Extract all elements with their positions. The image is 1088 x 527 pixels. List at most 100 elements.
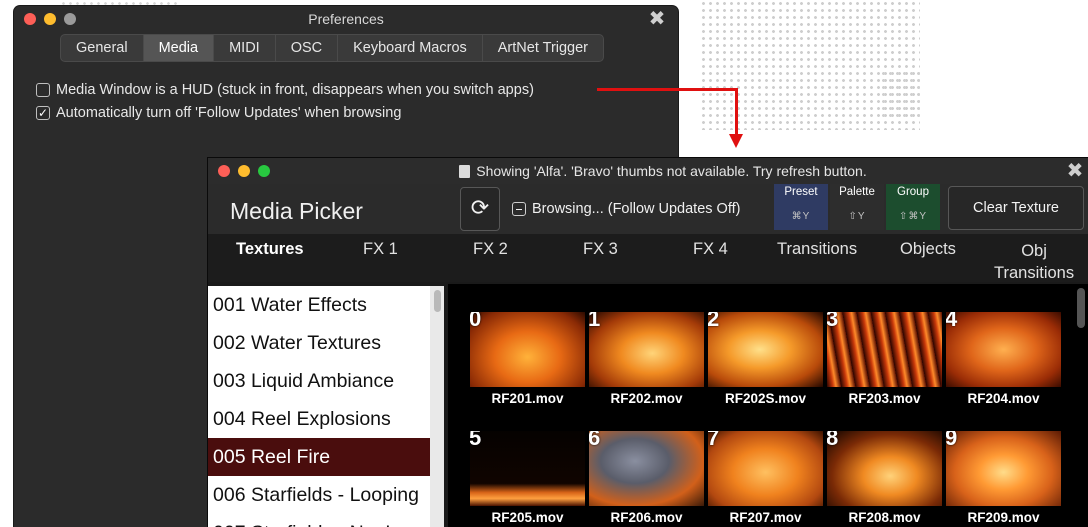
tab-media[interactable]: Media — [143, 35, 215, 61]
thumbnail-cell[interactable]: 5 RF205.mov — [470, 431, 588, 525]
thumbnail-index: 2 — [708, 312, 720, 331]
tab-transitions[interactable]: Transitions — [777, 240, 857, 259]
tab-textures[interactable]: Textures — [236, 240, 304, 259]
list-item[interactable]: 002 Water Textures — [208, 324, 430, 362]
annotation-arrow — [735, 88, 738, 138]
thumbnail-filename: RF205.mov — [491, 510, 564, 525]
thumbnail-cell[interactable]: 7 RF207.mov — [708, 431, 826, 525]
thumbnail-cell[interactable]: 3 RF203.mov — [827, 312, 945, 406]
refresh-icon: ⟳ — [470, 195, 490, 220]
media-titlebar: Showing 'Alfa'. 'Bravo' thumbs not avail… — [208, 158, 1088, 184]
fire-thumbnail[interactable]: 1 — [589, 312, 704, 387]
thumbnail-cell[interactable]: 1 RF202.mov — [589, 312, 707, 406]
media-window-status: Showing 'Alfa'. 'Bravo' thumbs not avail… — [208, 163, 1088, 179]
tab-fx2[interactable]: FX 2 — [473, 240, 508, 259]
list-item[interactable]: 007 Starfields - NonLooping — [208, 514, 430, 527]
fire-thumbnail[interactable]: 4 — [946, 312, 1061, 387]
thumbnail-filename: RF207.mov — [729, 510, 802, 525]
thumbnail-index: 8 — [827, 431, 839, 450]
library-scrollbar[interactable] — [430, 286, 444, 527]
map-dots-decoration — [880, 70, 920, 120]
hud-option-label: Media Window is a HUD (stuck in front, d… — [56, 82, 534, 98]
thumbnail-index: 9 — [946, 431, 958, 450]
thumbnail-index: 1 — [589, 312, 601, 331]
fire-thumbnail[interactable]: 0 — [470, 312, 585, 387]
thumbnail-index: 6 — [589, 431, 601, 450]
group-shortcut: ⇧⌘Y — [898, 211, 928, 222]
thumbnail-filename: RF202S.mov — [724, 391, 807, 406]
thumbnail-filename: RF206.mov — [610, 510, 683, 525]
palette-shortcut: ⇧Y — [848, 211, 866, 222]
thumbnail-filename: RF201.mov — [491, 391, 564, 406]
thumbnail-cell[interactable]: 2 RF202S.mov — [708, 312, 826, 406]
thumbnail-cell[interactable]: 9 RF209.mov — [946, 431, 1064, 525]
tab-obj-transitions-line1: Obj — [1021, 242, 1047, 260]
follow-updates-checkbox[interactable]: ✓ — [36, 106, 50, 120]
document-icon — [459, 165, 471, 178]
media-window-title: Showing 'Alfa'. 'Bravo' thumbs not avail… — [476, 163, 867, 179]
fire-thumbnail[interactable]: 7 — [708, 431, 823, 506]
browsing-toggle[interactable]: Browsing... (Follow Updates Off) — [512, 201, 740, 217]
fire-thumbnail[interactable]: 8 — [827, 431, 942, 506]
preferences-title: Preferences — [308, 11, 384, 27]
tab-general[interactable]: General — [61, 35, 144, 61]
media-picker-title: Media Picker — [230, 198, 363, 224]
thumbnail-filename: RF208.mov — [848, 510, 921, 525]
thumbnail-filename: RF209.mov — [967, 510, 1040, 525]
palette-mode-button[interactable]: Palette ⇧Y — [830, 184, 884, 230]
list-item[interactable]: 003 Liquid Ambiance — [208, 362, 430, 400]
fire-thumbnail[interactable]: 2 — [708, 312, 823, 387]
thumbnail-grid: 0 RF201.mov 1 RF202.mov 2 RF202S.mov 3 R… — [448, 284, 1088, 527]
group-mode-button[interactable]: Group ⇧⌘Y — [886, 184, 940, 230]
tab-fx1[interactable]: FX 1 — [363, 240, 398, 259]
thumbnail-index: 3 — [827, 312, 839, 331]
fire-thumbnail[interactable]: 3 — [827, 312, 942, 387]
fire-thumbnail[interactable]: 5 — [470, 431, 585, 506]
tab-fx3[interactable]: FX 3 — [583, 240, 618, 259]
hud-option[interactable]: Media Window is a HUD (stuck in front, d… — [36, 82, 534, 98]
tab-objects[interactable]: Objects — [900, 240, 956, 259]
annotation-arrow — [597, 88, 737, 91]
list-item[interactable]: 004 Reel Explosions — [208, 400, 430, 438]
media-category-tabs: Textures FX 1 FX 2 FX 3 FX 4 Transitions… — [208, 234, 1088, 282]
tab-midi[interactable]: MIDI — [214, 35, 276, 61]
list-item[interactable]: 006 Starfields - Looping — [208, 476, 430, 514]
thumbnail-cell[interactable]: 0 RF201.mov — [470, 312, 588, 406]
hud-checkbox[interactable] — [36, 83, 50, 97]
group-label: Group — [897, 186, 929, 198]
preset-mode-button[interactable]: Preset ⌘Y — [774, 184, 828, 230]
thumbnail-cell[interactable]: 8 RF208.mov — [827, 431, 945, 525]
preset-shortcut: ⌘Y — [791, 211, 811, 222]
fire-thumbnail[interactable]: 6 — [589, 431, 704, 506]
thumbnail-scrollbar-thumb[interactable] — [1077, 288, 1085, 328]
preferences-tab-bar: General Media MIDI OSC Keyboard Macros A… — [60, 34, 605, 62]
pin-icon[interactable]: ✖ — [1064, 160, 1086, 182]
library-scrollbar-thumb[interactable] — [434, 290, 441, 312]
tab-osc[interactable]: OSC — [276, 35, 339, 61]
thumbnail-cell[interactable]: 6 RF206.mov — [589, 431, 707, 525]
tab-obj-transitions-line2: Transitions — [994, 264, 1075, 282]
pin-icon[interactable]: ✖ — [646, 8, 668, 30]
tab-keyboard-macros[interactable]: Keyboard Macros — [338, 35, 483, 61]
list-item[interactable]: 001 Water Effects — [208, 286, 430, 324]
refresh-button[interactable]: ⟳ — [460, 187, 500, 231]
browsing-label: Browsing... (Follow Updates Off) — [532, 201, 741, 217]
thumbnail-filename: RF203.mov — [848, 391, 921, 406]
tab-obj-transitions[interactable]: Obj Transitions — [994, 240, 1074, 284]
clear-texture-button[interactable]: Clear Texture — [948, 186, 1084, 230]
thumbnail-cell[interactable]: 4 RF204.mov — [946, 312, 1064, 406]
tab-fx4[interactable]: FX 4 — [693, 240, 728, 259]
tab-artnet-trigger[interactable]: ArtNet Trigger — [483, 35, 603, 61]
thumbnail-index: 7 — [708, 431, 720, 450]
thumbnail-filename: RF204.mov — [967, 391, 1040, 406]
media-picker-window: Showing 'Alfa'. 'Bravo' thumbs not avail… — [208, 158, 1088, 527]
fire-thumbnail[interactable]: 9 — [946, 431, 1061, 506]
preset-label: Preset — [784, 186, 818, 198]
thumbnail-index: 4 — [946, 312, 958, 331]
library-list: 001 Water Effects 002 Water Textures 003… — [208, 286, 430, 527]
list-item-selected[interactable]: 005 Reel Fire — [208, 438, 430, 476]
thumbnail-index: 5 — [470, 431, 482, 450]
thumbnail-filename: RF202.mov — [610, 391, 683, 406]
follow-updates-option[interactable]: ✓ Automatically turn off 'Follow Updates… — [36, 105, 401, 121]
browsing-checkbox[interactable] — [512, 202, 526, 216]
